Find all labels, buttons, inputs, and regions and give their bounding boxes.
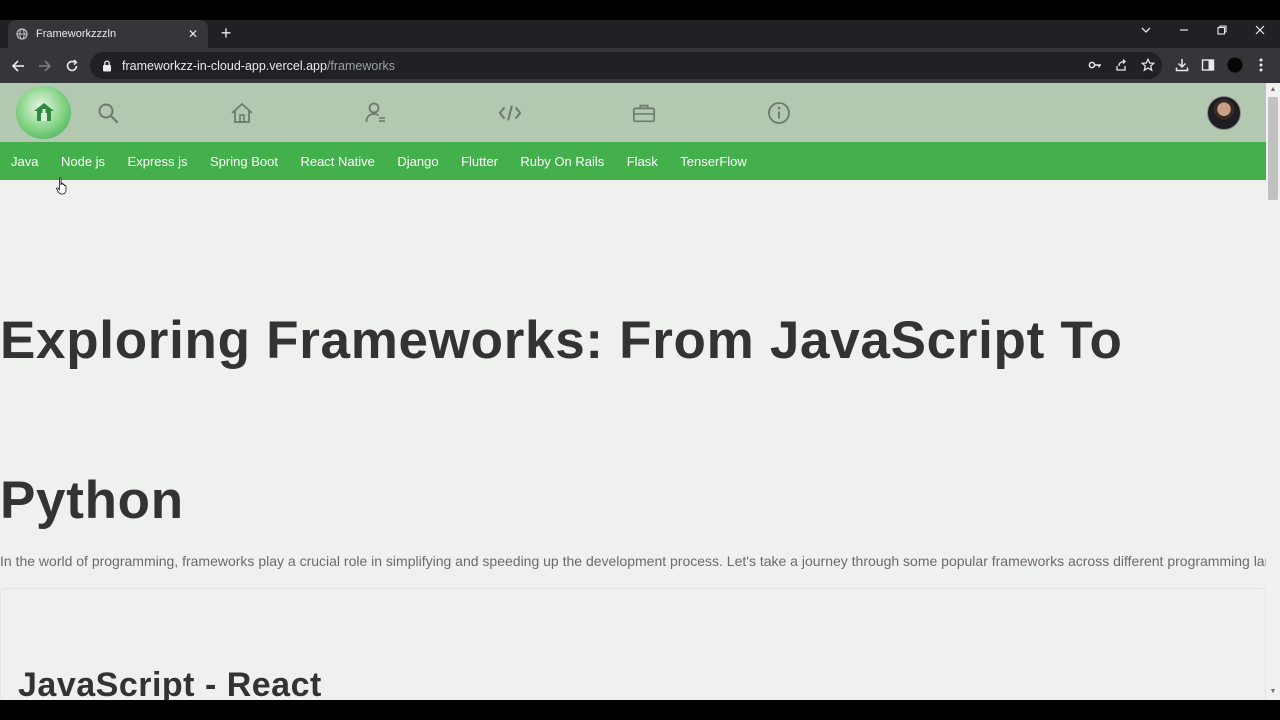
forward-icon[interactable]: [35, 56, 55, 76]
key-icon[interactable]: [1087, 57, 1103, 73]
screen-bottom-edge: [0, 700, 1280, 720]
scrollbar-thumb[interactable]: [1268, 97, 1278, 200]
page-viewport: Java Node js Express js Spring Boot Reac…: [0, 83, 1266, 700]
user-icon[interactable]: [364, 101, 388, 125]
category-spring-boot[interactable]: Spring Boot: [210, 154, 278, 169]
home-icon[interactable]: [230, 101, 254, 125]
avatar[interactable]: [1207, 96, 1241, 130]
category-ruby-on-rails[interactable]: Ruby On Rails: [520, 154, 604, 169]
globe-icon: [16, 28, 28, 40]
share-icon[interactable]: [1113, 57, 1129, 73]
window-close-icon[interactable]: [1254, 24, 1266, 39]
star-icon[interactable]: [1140, 57, 1156, 73]
tab-title: Frameworkzzzln: [36, 28, 117, 40]
restore-icon[interactable]: [1216, 24, 1228, 39]
reload-icon[interactable]: [62, 56, 82, 76]
scroll-up-icon[interactable]: ▲: [1268, 86, 1278, 94]
url-host: frameworkzz-in-cloud-app.vercel.app: [122, 58, 327, 73]
category-node-js[interactable]: Node js: [61, 154, 105, 169]
category-java[interactable]: Java: [11, 154, 38, 169]
logo[interactable]: [16, 86, 71, 139]
page-title: Exploring Frameworks: From JavaScript To…: [0, 311, 1123, 530]
back-icon[interactable]: [8, 56, 28, 76]
search-icon[interactable]: [96, 101, 120, 125]
url-path: /frameworks: [326, 58, 396, 73]
category-bar: Java Node js Express js Spring Boot Reac…: [0, 142, 1266, 180]
menu-icon[interactable]: [1253, 57, 1269, 73]
framework-card: JavaScript - React: [0, 588, 1266, 700]
briefcase-icon[interactable]: [632, 101, 656, 125]
screen-top-edge: [0, 0, 1280, 20]
download-icon[interactable]: [1174, 57, 1190, 73]
browser-tab[interactable]: Frameworkzzzln ✕: [8, 20, 208, 48]
minimize-icon[interactable]: [1178, 24, 1190, 39]
sidepanel-icon[interactable]: [1200, 57, 1216, 73]
info-icon[interactable]: [767, 101, 791, 125]
plus-icon[interactable]: +: [216, 24, 236, 44]
scroll-down-icon[interactable]: ▼: [1268, 688, 1278, 696]
category-react-native[interactable]: React Native: [300, 154, 374, 169]
category-django[interactable]: Django: [397, 154, 438, 169]
code-icon[interactable]: [498, 101, 522, 125]
category-flask[interactable]: Flask: [627, 154, 658, 169]
profile-icon[interactable]: [1227, 57, 1243, 73]
address-bar[interactable]: frameworkzz-in-cloud-app.vercel.app/fram…: [90, 52, 1162, 79]
intro-paragraph: In the world of programming, frameworks …: [0, 553, 1266, 569]
chevron-down-icon[interactable]: [1140, 24, 1152, 39]
close-icon[interactable]: ✕: [186, 27, 200, 41]
hand-cursor-icon: [56, 177, 68, 195]
category-flutter[interactable]: Flutter: [461, 154, 498, 169]
category-express-js[interactable]: Express js: [128, 154, 188, 169]
app-navbar: [0, 83, 1266, 142]
lock-icon[interactable]: [102, 59, 112, 72]
category-tenserflow[interactable]: TenserFlow: [680, 154, 746, 169]
section-title: JavaScript - React: [18, 666, 322, 700]
